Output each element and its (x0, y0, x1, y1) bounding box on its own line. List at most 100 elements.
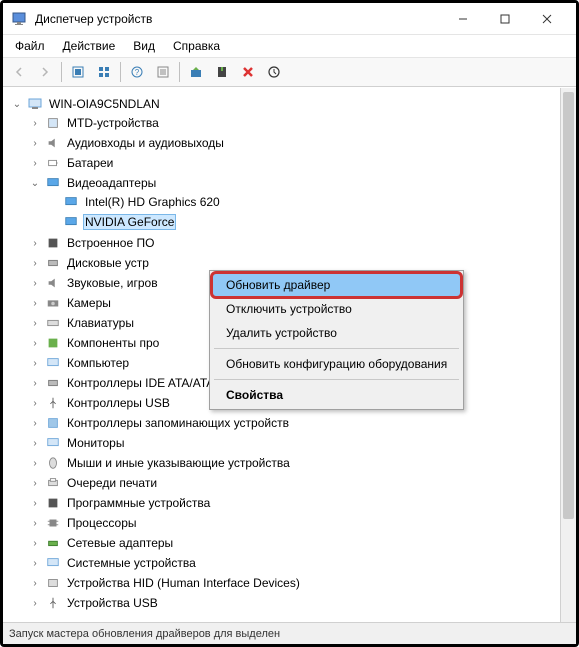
forward-button[interactable] (33, 61, 57, 83)
firmware-icon (45, 235, 61, 251)
menu-view[interactable]: Вид (125, 37, 163, 55)
tree-item-nvidia[interactable]: NVIDIA GeForce (47, 213, 574, 231)
tree-label: Звуковые, игров (65, 276, 160, 290)
chevron-right-icon[interactable]: › (29, 457, 41, 469)
tree-item[interactable]: ›Устройства USB (29, 594, 574, 612)
chevron-right-icon[interactable]: › (29, 357, 41, 369)
printer-icon (45, 475, 61, 491)
storage-icon (45, 415, 61, 431)
tree-label: Сетевые адаптеры (65, 536, 175, 550)
maximize-button[interactable] (484, 5, 526, 33)
app-icon (11, 11, 27, 27)
tree-item[interactable]: ›Процессоры (29, 514, 574, 532)
tree-item[interactable]: ›МТD-устройства (29, 114, 574, 132)
tree-item[interactable]: › Программные устройства (29, 494, 574, 512)
statusbar: Запуск мастера обновления драйверов для … (3, 622, 576, 644)
tree-item[interactable]: › Очереди печати (29, 474, 574, 492)
chevron-right-icon[interactable]: › (29, 137, 41, 149)
minimize-button[interactable] (442, 5, 484, 33)
tree-label: Аудиовходы и аудиовыходы (65, 136, 226, 150)
scrollbar-thumb[interactable] (563, 92, 574, 519)
tree-item-intel[interactable]: Intel(R) HD Graphics 620 (47, 193, 574, 211)
chevron-right-icon[interactable]: › (29, 557, 41, 569)
chevron-right-icon[interactable]: › (29, 297, 41, 309)
disable-device-button[interactable] (210, 61, 234, 83)
menu-file[interactable]: Файл (7, 37, 53, 55)
chevron-right-icon[interactable]: › (29, 117, 41, 129)
tree-label: Системные устройства (65, 556, 198, 570)
view-button[interactable] (92, 61, 116, 83)
chevron-right-icon[interactable]: › (29, 477, 41, 489)
sound-icon (45, 275, 61, 291)
chevron-right-icon[interactable]: › (29, 237, 41, 249)
svg-text:?: ? (135, 68, 140, 77)
menu-delete-device[interactable]: Удалить устройство (212, 321, 461, 345)
status-text: Запуск мастера обновления драйверов для … (9, 628, 280, 640)
tree-item[interactable]: ›Мыши и иные указывающие устройства (29, 454, 574, 472)
chevron-right-icon[interactable]: › (29, 277, 41, 289)
hid-icon (45, 575, 61, 591)
chevron-down-icon[interactable]: ⌄ (29, 177, 41, 189)
tree-item[interactable]: ›Батареи (29, 154, 574, 172)
chevron-right-icon[interactable]: › (29, 397, 41, 409)
controller-icon (45, 375, 61, 391)
close-button[interactable] (526, 5, 568, 33)
update-driver-button[interactable] (184, 61, 208, 83)
chevron-right-icon[interactable]: › (29, 317, 41, 329)
tree-item[interactable]: › Устройства HID (Human Interface Devices… (29, 574, 574, 592)
show-hidden-button[interactable] (66, 61, 90, 83)
chevron-right-icon[interactable]: › (29, 377, 41, 389)
chevron-down-icon[interactable]: ⌄ (11, 98, 23, 110)
chevron-right-icon[interactable]: › (29, 157, 41, 169)
menu-help[interactable]: Справка (165, 37, 228, 55)
chevron-right-icon[interactable]: › (29, 417, 41, 429)
chevron-right-icon[interactable]: › (29, 257, 41, 269)
context-menu: Обновить драйвер Отключить устройство Уд… (209, 270, 464, 410)
chevron-right-icon[interactable]: › (29, 437, 41, 449)
separator (179, 62, 180, 82)
tree-label: Встроенное ПО (65, 236, 156, 250)
tree-label: Мониторы (65, 436, 126, 450)
audio-icon (45, 135, 61, 151)
menu-action[interactable]: Действие (55, 37, 124, 55)
monitor-icon (45, 435, 61, 451)
menu-update-driver[interactable]: Обновить драйвер (212, 273, 461, 297)
chevron-right-icon[interactable]: › (29, 577, 41, 589)
tree-view[interactable]: ⌄ WIN-OIA9C5NDLAN ›МТD-устройства › Аудио… (3, 87, 576, 622)
scan-hardware-button[interactable] (262, 61, 286, 83)
properties-button[interactable] (151, 61, 175, 83)
tree-item[interactable]: ›Контроллеры запоминающих устройств (29, 414, 574, 432)
computer-icon (27, 96, 43, 112)
menu-properties[interactable]: Свойства (212, 383, 461, 407)
menubar: Файл Действие Вид Справка (3, 35, 576, 58)
display-icon (45, 175, 61, 191)
tree-label: NVIDIA GeForce (83, 214, 176, 230)
vertical-scrollbar[interactable] (560, 88, 576, 622)
tree-item[interactable]: › Встроенное ПО (29, 234, 574, 252)
uninstall-button[interactable] (236, 61, 260, 83)
cpu-icon (45, 515, 61, 531)
chevron-right-icon[interactable]: › (29, 597, 41, 609)
help-button[interactable]: ? (125, 61, 149, 83)
chevron-right-icon[interactable]: › (29, 517, 41, 529)
menu-disable-device[interactable]: Отключить устройство (212, 297, 461, 321)
menu-scan-hardware[interactable]: Обновить конфигурацию оборудования (212, 352, 461, 376)
tree-label: Контроллеры USB (65, 396, 172, 410)
separator (61, 62, 62, 82)
tree-item[interactable]: › Сетевые адаптеры (29, 534, 574, 552)
tree-label: Устройства HID (Human Interface Devices) (65, 576, 302, 590)
chevron-right-icon[interactable]: › (29, 537, 41, 549)
tree-label: Программные устройства (65, 496, 212, 510)
tree-label: Очереди печати (65, 476, 159, 490)
tree-item-video[interactable]: ⌄Видеоадаптеры (29, 174, 574, 192)
tree-item[interactable]: › Мониторы (29, 434, 574, 452)
tree-label: Контроллеры IDE ATA/ATAPI (65, 376, 228, 390)
back-button[interactable] (7, 61, 31, 83)
tree-label: Компьютер (65, 356, 131, 370)
tree-root[interactable]: ⌄ WIN-OIA9C5NDLAN (11, 95, 574, 113)
tree-item[interactable]: › Аудиовходы и аудиовыходы (29, 134, 574, 152)
disk-icon (45, 255, 61, 271)
chevron-right-icon[interactable]: › (29, 497, 41, 509)
chevron-right-icon[interactable]: › (29, 337, 41, 349)
tree-item[interactable]: › Системные устройства (29, 554, 574, 572)
